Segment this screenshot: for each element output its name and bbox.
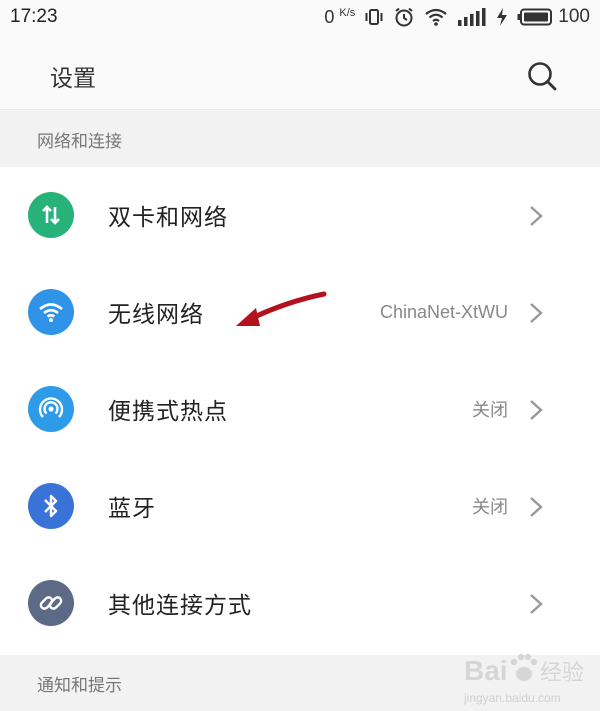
network-speed-value: 0 — [324, 6, 335, 27]
hotspot-icon — [28, 386, 74, 432]
item-label: 蓝牙 — [108, 496, 156, 522]
search-button[interactable] — [524, 58, 560, 94]
bluetooth-icon — [28, 483, 74, 529]
wifi-network-name: ChinaNet-XtWU — [379, 301, 508, 322]
status-icons: 0 K/s 100 — [324, 6, 590, 28]
page-title: 设置 — [50, 66, 96, 92]
chevron-right-icon — [530, 594, 543, 614]
list-item-other-connections[interactable]: 其他连接方式 — [0, 555, 600, 651]
wifi-signal-icon — [424, 6, 448, 28]
dual-sim-icon — [28, 192, 74, 238]
cell-signal-icon — [457, 6, 487, 28]
alarm-icon — [393, 6, 415, 28]
settings-list: 双卡和网络 无线网络 ChinaNet-XtWU 便携式热点 关闭 蓝牙 关闭 … — [0, 167, 600, 655]
section-header-notifications: 通知和提示 — [0, 655, 600, 711]
battery-level: 100 — [558, 6, 590, 27]
search-icon — [528, 62, 557, 91]
item-label: 便携式热点 — [108, 399, 228, 425]
list-item-dual-sim[interactable]: 双卡和网络 — [0, 167, 600, 263]
item-label: 其他连接方式 — [108, 593, 252, 619]
chevron-right-icon — [530, 400, 543, 420]
section-header-network: 网络和连接 — [0, 111, 600, 167]
item-label: 双卡和网络 — [108, 205, 228, 231]
charging-icon — [496, 6, 508, 28]
chevron-right-icon — [530, 303, 543, 323]
chevron-right-icon — [530, 497, 543, 517]
status-bar: 17:23 0 K/s 100 — [0, 0, 600, 34]
battery-icon — [517, 6, 553, 28]
list-item-bluetooth[interactable]: 蓝牙 关闭 — [0, 458, 600, 554]
bluetooth-status: 关闭 — [472, 497, 508, 517]
chevron-right-icon — [530, 206, 543, 226]
app-header: 设置 — [0, 34, 600, 110]
list-item-wifi[interactable]: 无线网络 ChinaNet-XtWU — [0, 264, 600, 360]
network-speed: 0 K/s — [324, 7, 355, 28]
network-speed-unit: K/s — [339, 6, 356, 19]
item-label: 无线网络 — [108, 302, 204, 328]
vibrate-icon — [364, 6, 384, 28]
list-item-hotspot[interactable]: 便携式热点 关闭 — [0, 361, 600, 457]
status-time: 17:23 — [10, 6, 58, 27]
hotspot-status: 关闭 — [472, 400, 508, 420]
wifi-icon — [28, 289, 74, 335]
link-icon — [28, 580, 74, 626]
